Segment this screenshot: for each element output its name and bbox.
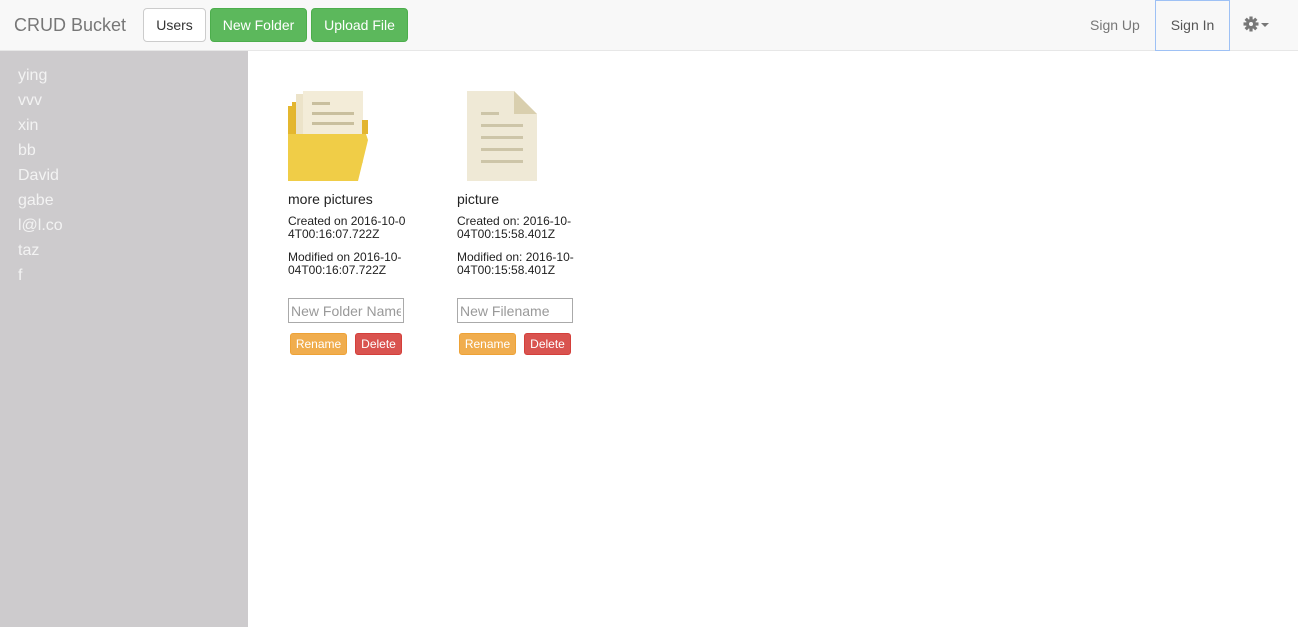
sidebar: ying vvv xin bb David gabe l@l.co taz f [0,51,248,627]
upload-file-button[interactable]: Upload File [311,8,408,42]
created-date: Created on: 2016-10-04T00:15:58.401Z [457,214,572,241]
folder-name[interactable]: more pictures [288,191,418,211]
sidebar-item-user[interactable]: David [18,163,63,188]
file-card: picture Created on: 2016-10-04T00:15:58.… [457,88,587,355]
sidebar-item-user[interactable]: gabe [18,188,63,213]
new-filename-input[interactable] [457,298,573,323]
settings-dropdown[interactable] [1242,14,1272,36]
user-list: ying vvv xin bb David gabe l@l.co taz f [18,63,63,288]
new-folder-name-input[interactable] [288,298,404,323]
sidebar-item-user[interactable]: vvv [18,88,63,113]
gear-icon [1243,16,1269,32]
sidebar-item-user[interactable]: xin [18,113,63,138]
document-icon[interactable] [457,88,552,183]
sign-up-link[interactable]: Sign Up [1090,15,1140,35]
sidebar-item-user[interactable]: ying [18,63,63,88]
users-button[interactable]: Users [143,8,206,42]
new-folder-button[interactable]: New Folder [210,8,307,42]
sidebar-item-user[interactable]: f [18,263,63,288]
delete-button[interactable]: Delete [355,333,402,355]
file-name[interactable]: picture [457,191,587,211]
delete-button[interactable]: Delete [524,333,571,355]
sidebar-item-user[interactable]: taz [18,238,63,263]
modified-date: Modified on: 2016-10-04T00:15:58.401Z [457,250,574,277]
sidebar-item-user[interactable]: bb [18,138,63,163]
sign-in-link[interactable]: Sign In [1155,0,1230,51]
modified-date: Modified on 2016-10-04T00:16:07.722Z [288,250,402,277]
brand-title[interactable]: CRUD Bucket [14,14,126,36]
created-date: Created on 2016-10-04T00:16:07.722Z [288,214,406,241]
rename-button[interactable]: Rename [459,333,516,355]
rename-button[interactable]: Rename [290,333,347,355]
navbar: CRUD Bucket Users New Folder Upload File… [0,0,1298,51]
folder-icon[interactable] [288,88,383,183]
sidebar-item-user[interactable]: l@l.co [18,213,63,238]
folder-card: more pictures Created on 2016-10-04T00:1… [288,88,418,355]
caret-down-icon [1261,23,1269,27]
